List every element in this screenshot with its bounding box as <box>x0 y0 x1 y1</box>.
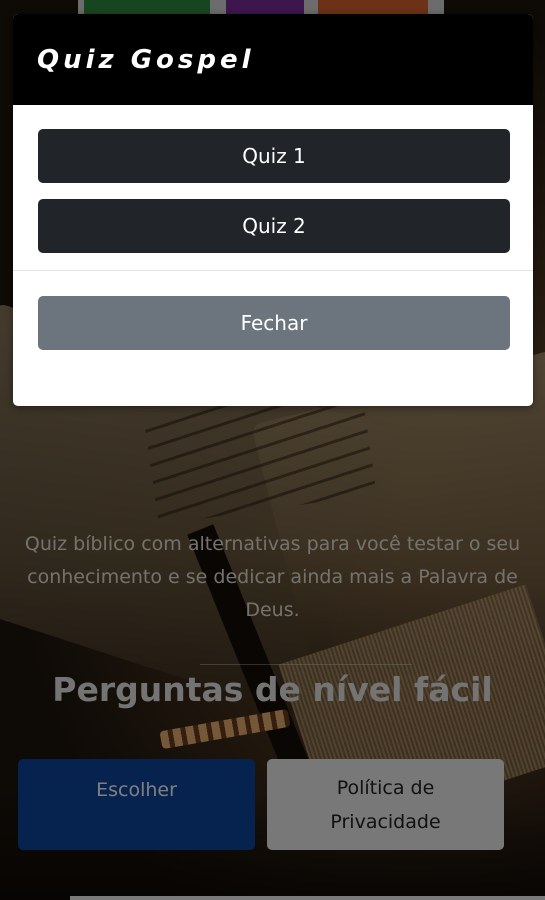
modal-title: Quiz Gospel <box>37 44 255 75</box>
quiz-1-button[interactable]: Quiz 1 <box>38 129 510 183</box>
modal-body: Quiz 1 Quiz 2 <box>13 105 533 271</box>
quiz-2-button[interactable]: Quiz 2 <box>38 199 510 253</box>
close-button[interactable]: Fechar <box>38 296 510 350</box>
modal-footer: Fechar <box>13 271 533 350</box>
quiz-modal: Quiz Gospel Quiz 1 Quiz 2 Fechar <box>13 14 533 406</box>
modal-header: Quiz Gospel <box>13 14 533 105</box>
